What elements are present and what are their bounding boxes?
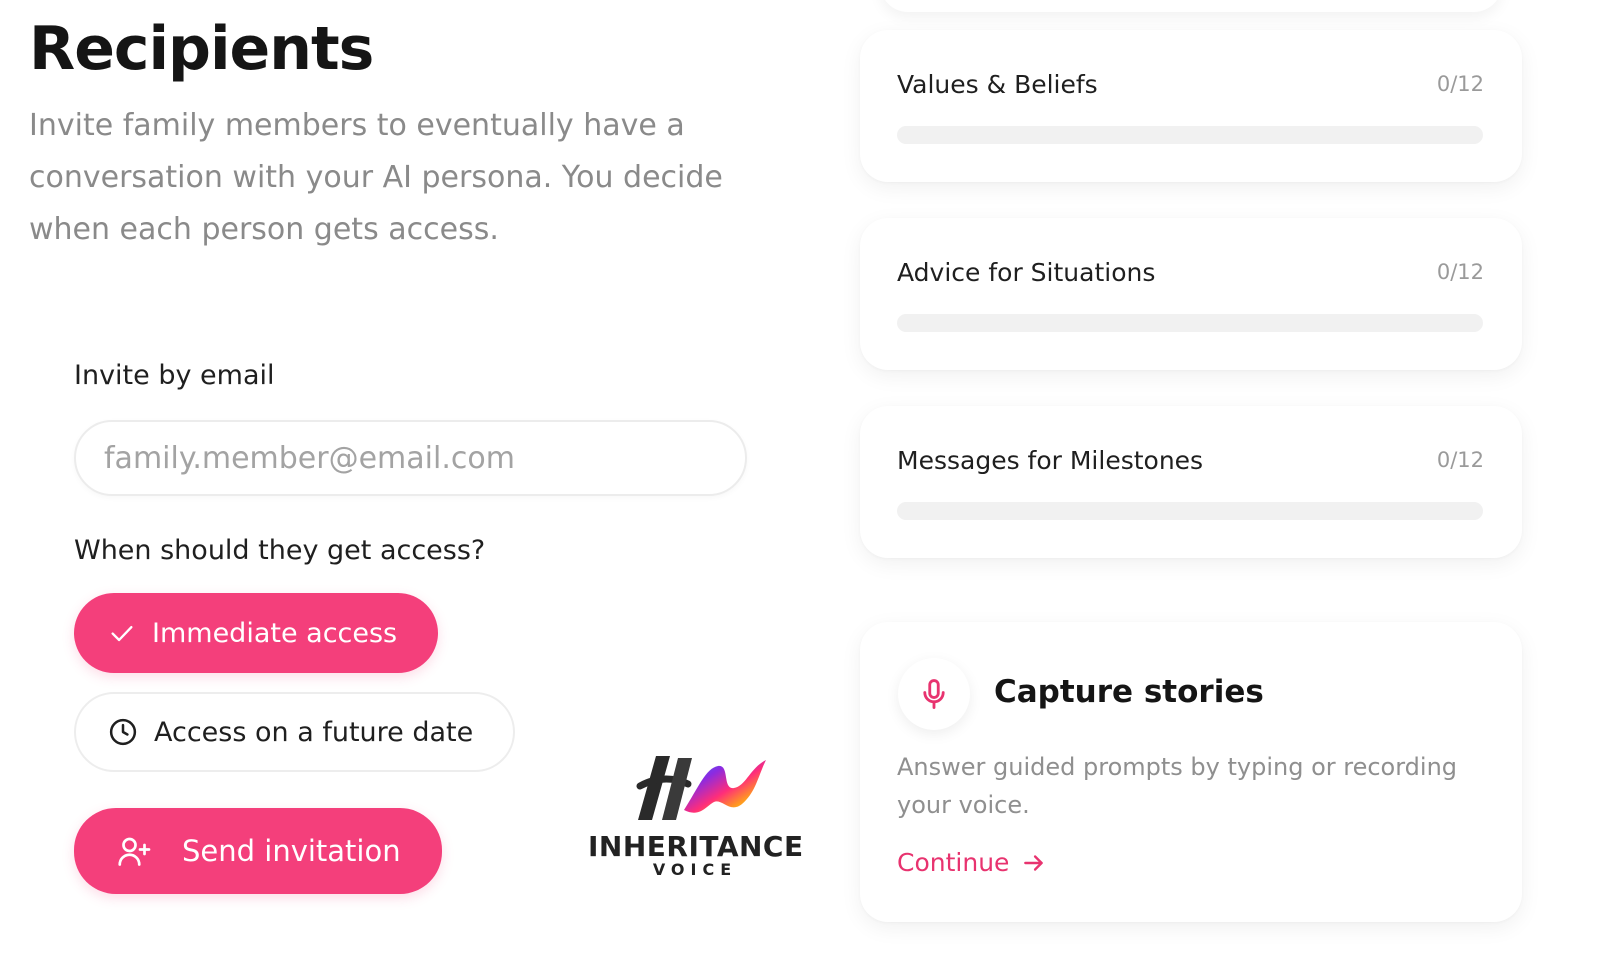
- arrow-right-icon: [1021, 850, 1047, 876]
- logo-subtitle: VOICE: [652, 860, 738, 879]
- invite-email-label: Invite by email: [74, 360, 275, 391]
- category-progress-bar: [897, 502, 1483, 520]
- access-question-label: When should they get access?: [74, 535, 486, 566]
- category-card-advice[interactable]: Advice for Situations 0/12: [860, 218, 1522, 370]
- inheritance-voice-logo: INHERITANCE VOICE: [588, 748, 804, 884]
- category-count: 0/12: [1436, 448, 1484, 472]
- category-card-milestones[interactable]: Messages for Milestones 0/12: [860, 406, 1522, 558]
- immediate-access-option[interactable]: Immediate access: [74, 593, 438, 673]
- continue-link[interactable]: Continue: [897, 848, 1047, 877]
- capture-stories-description: Answer guided prompts by typing or recor…: [897, 753, 1458, 819]
- future-date-access-label: Access on a future date: [154, 716, 474, 748]
- page-title: Recipients: [29, 14, 374, 84]
- category-progress-bar: [897, 314, 1483, 332]
- send-invitation-button[interactable]: Send invitation: [74, 808, 442, 894]
- capture-stories-card: Capture stories Answer guided prompts by…: [860, 622, 1522, 922]
- category-title: Messages for Milestones: [897, 446, 1204, 475]
- clock-icon: [108, 717, 138, 747]
- check-icon: [108, 619, 136, 647]
- immediate-access-label: Immediate access: [152, 617, 398, 649]
- category-count: 0/12: [1436, 260, 1484, 284]
- category-count: 0/12: [1436, 72, 1484, 96]
- capture-stories-title: Capture stories: [994, 674, 1264, 710]
- category-title: Values & Beliefs: [897, 70, 1098, 99]
- microphone-icon: [917, 677, 951, 711]
- email-input[interactable]: [74, 420, 747, 496]
- microphone-icon-badge: [898, 658, 970, 730]
- page-description: Invite family members to eventually have…: [29, 108, 723, 247]
- category-card-values[interactable]: Values & Beliefs 0/12: [860, 30, 1522, 182]
- logo-mark: [636, 756, 766, 820]
- category-title: Advice for Situations: [897, 258, 1156, 287]
- page: Recipients Invite family members to even…: [0, 0, 1600, 957]
- continue-label: Continue: [897, 848, 1010, 877]
- future-date-access-option[interactable]: Access on a future date: [74, 692, 515, 772]
- logo-wordmark: INHERITANCE: [588, 830, 804, 863]
- send-invitation-label: Send invitation: [182, 834, 401, 868]
- previous-card-edge: [880, 0, 1502, 12]
- user-plus-icon: [116, 833, 152, 869]
- category-progress-bar: [897, 126, 1483, 144]
